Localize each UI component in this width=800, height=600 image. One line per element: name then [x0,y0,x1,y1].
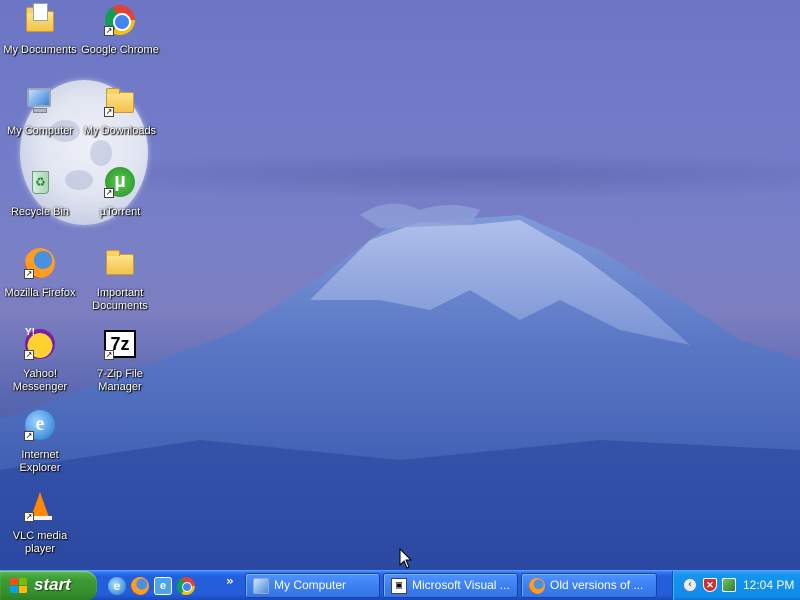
folder-icon: ↗ [104,85,136,117]
firefox-icon: ↗ [24,247,56,279]
desktop-icon-label: My Computer [6,125,74,137]
visual-studio-icon: ▣ [391,578,407,594]
recycle-bin-icon [24,166,56,198]
desktop-icon-label: My Documents [3,44,77,56]
my-documents-icon [24,3,56,36]
desktop-icon-my-downloads[interactable]: ↗ My Downloads [80,85,160,138]
task-button-my-computer[interactable]: My Computer [245,573,380,598]
utorrent-icon: µ ↗ [104,166,136,198]
shortcut-arrow-icon: ↗ [104,26,114,36]
desktop-icon-label: My Downloads [83,125,157,137]
quick-launch-internet-explorer-icon[interactable]: e [154,577,172,595]
start-button[interactable]: start [0,571,97,600]
desktop-icon-label: Google Chrome [81,44,159,56]
taskbar: start e e » My Computer ▣ Microsoft Visu… [0,570,800,600]
desktop-icon-google-chrome[interactable]: ↗ Google Chrome [80,4,160,57]
yahoo-messenger-icon: ↗ [24,327,56,360]
desktop-icon-label: Important Documents [92,287,148,312]
desktop-icon-vlc[interactable]: ↗ VLC media player [0,490,80,556]
desktop-icon-mozilla-firefox[interactable]: ↗ Mozilla Firefox [0,247,80,300]
desktop-icon-label: µTorrent [99,206,141,218]
windows-logo-icon [10,578,28,594]
desktop-icon-recycle-bin[interactable]: Recycle Bin [0,166,80,219]
task-button-label: Microsoft Visual ... [412,578,510,592]
desktop-icon-my-documents[interactable]: My Documents [0,3,80,57]
shortcut-arrow-icon: ↗ [24,269,34,279]
start-label: start [34,575,71,594]
shortcut-arrow-icon: ↗ [24,431,34,441]
desktop-icon-label: Yahoo! Messenger [12,368,68,393]
quick-launch-firefox-icon[interactable] [131,577,149,595]
internet-explorer-icon: e ↗ [24,409,56,441]
desktop-icon-7zip[interactable]: 7z ↗ 7-Zip File Manager [80,328,160,394]
desktop-icon-label: VLC media player [12,530,68,555]
desktop-icon-internet-explorer[interactable]: e ↗ Internet Explorer [0,409,80,475]
quick-launch-google-chrome-icon[interactable] [177,577,195,595]
taskbar-clock[interactable]: 12:04 PM [743,578,794,592]
task-button-old-versions[interactable]: Old versions of ... [521,573,657,598]
show-hidden-icons-arrow-icon[interactable]: ‹ [683,578,697,592]
google-chrome-icon: ↗ [104,4,136,36]
firefox-icon [529,578,545,594]
folder-icon [104,247,136,279]
shortcut-arrow-icon: ↗ [104,188,114,198]
my-computer-icon [253,578,269,594]
quick-launch-more-button[interactable]: » [226,574,234,588]
quick-launch-internet-explorer-icon[interactable]: e [108,577,126,595]
network-icon[interactable] [722,578,736,592]
desktop-icon-my-computer[interactable]: My Computer [0,85,80,138]
mouse-pointer-icon [399,548,413,569]
security-shield-icon[interactable]: ✕ [703,578,717,592]
desktop-icon-label: Mozilla Firefox [4,287,76,299]
desktop-icon-yahoo-messenger[interactable]: ↗ Yahoo! Messenger [0,327,80,394]
vlc-icon: ↗ [24,490,56,522]
shortcut-arrow-icon: ↗ [24,512,34,522]
desktop-icon-important-documents[interactable]: Important Documents [80,247,160,313]
desktop-icon-label: Recycle Bin [10,206,70,218]
system-tray: ‹ ✕ 12:04 PM [672,571,800,600]
desktop-icon-label: 7-Zip File Manager [97,368,143,393]
desktop-icon-utorrent[interactable]: µ ↗ µTorrent [80,166,160,219]
shortcut-arrow-icon: ↗ [104,350,114,360]
task-button-label: Old versions of ... [550,578,644,592]
desktop-icon-label: Internet Explorer [19,449,61,474]
task-button-label: My Computer [274,578,347,592]
task-button-microsoft-visual[interactable]: ▣ Microsoft Visual ... [383,573,518,598]
my-computer-icon [24,85,56,117]
shortcut-arrow-icon: ↗ [24,350,34,360]
shortcut-arrow-icon: ↗ [104,107,114,117]
7zip-icon: 7z ↗ [104,328,136,360]
